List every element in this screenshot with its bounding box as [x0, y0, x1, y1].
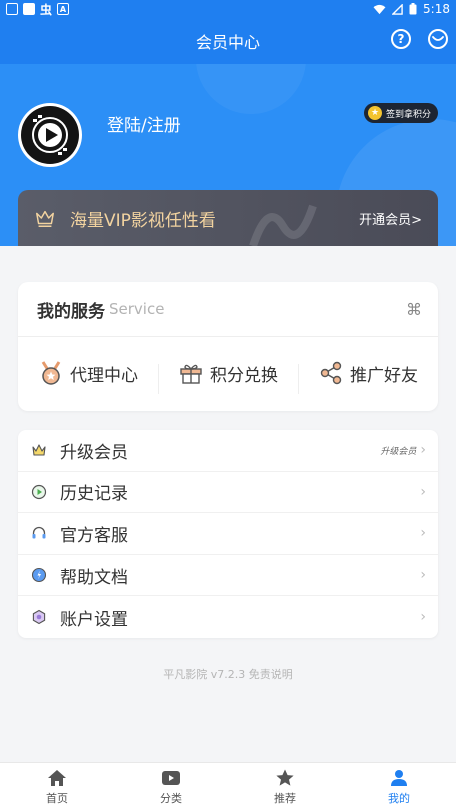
decor-swirl — [249, 204, 317, 246]
a-icon: A — [57, 3, 70, 15]
star-icon — [276, 769, 294, 786]
page-title: 会员中心 — [195, 33, 260, 52]
tab-label: 推荐 — [274, 792, 296, 805]
video-icon — [162, 771, 180, 785]
notification-icon — [23, 3, 35, 15]
crown-icon — [30, 441, 48, 459]
menu-help-docs[interactable]: 帮助文档 › — [18, 555, 438, 597]
avatar[interactable] — [18, 103, 82, 167]
menu-customer-service[interactable]: 官方客服 › — [18, 513, 438, 555]
bottom-nav: 首页 分类 推荐 我的 — [0, 762, 456, 812]
command-icon[interactable]: ⌘ — [406, 300, 422, 319]
service-invite-friends[interactable]: 推广好友 — [298, 360, 438, 394]
menu-upgrade-vip[interactable]: 升级会员 升级会员 › — [18, 430, 438, 472]
chat-icon[interactable] — [428, 29, 448, 49]
vip-slogan: 海量VIP影视任性看 — [70, 210, 216, 231]
status-bar: 虫 A 5:18 — [0, 0, 456, 18]
profile-hero: 登陆/注册 ★ 签到拿积分 海量VIP影视任性看 开通会员> — [0, 64, 456, 246]
chevron-right-icon: › — [420, 442, 426, 459]
service-points-exchange[interactable]: 积分兑换 — [158, 360, 298, 394]
play-circle-icon — [30, 483, 48, 501]
service-label: 积分兑换 — [210, 365, 278, 386]
app-header: 会员中心 ? — [0, 18, 456, 64]
vip-banner[interactable]: 海量VIP影视任性看 开通会员> — [18, 190, 438, 246]
service-label: 代理中心 — [70, 365, 138, 386]
menu-label: 帮助文档 — [60, 567, 128, 588]
service-subtitle: Service — [109, 300, 165, 318]
home-icon — [48, 770, 66, 786]
question-icon[interactable]: ? — [391, 29, 411, 49]
battery-icon — [409, 3, 417, 15]
menu-label: 账户设置 — [60, 609, 128, 630]
chevron-right-icon: › — [420, 483, 426, 500]
crown-icon — [36, 210, 54, 227]
medal-icon — [41, 361, 61, 385]
tab-mine[interactable]: 我的 — [342, 763, 456, 812]
menu-label: 升级会员 — [60, 442, 128, 463]
service-title: 我的服务 — [37, 301, 105, 322]
settings-icon — [30, 608, 48, 626]
wifi-icon — [373, 4, 386, 14]
tab-label: 我的 — [388, 792, 410, 805]
settings-menu: 升级会员 升级会员 › 历史记录 › 官方客服 › 帮助文档 › 账户设置 › — [18, 430, 438, 638]
headset-icon — [30, 524, 48, 542]
notification-icon — [6, 3, 18, 15]
service-label: 推广好友 — [350, 365, 418, 386]
menu-label: 官方客服 — [60, 525, 128, 546]
tab-label: 首页 — [46, 792, 68, 805]
user-icon — [391, 770, 407, 786]
open-vip-link[interactable]: 开通会员> — [359, 209, 422, 228]
service-agent-center[interactable]: 代理中心 — [18, 360, 158, 386]
menu-history[interactable]: 历史记录 › — [18, 472, 438, 514]
menu-account-settings[interactable]: 账户设置 › — [18, 596, 438, 638]
film-play-icon — [32, 115, 68, 155]
upgrade-hint: 升级会员 — [380, 446, 417, 457]
help-doc-icon — [30, 566, 48, 584]
star-icon: ★ — [367, 106, 382, 120]
chevron-right-icon: › — [420, 609, 426, 626]
checkin-button[interactable]: ★ 签到拿积分 — [363, 103, 438, 123]
chevron-right-icon: › — [420, 525, 426, 542]
login-register-link[interactable]: 登陆/注册 — [107, 111, 181, 136]
tab-label: 分类 — [160, 792, 182, 805]
my-services-card: 我的服务 Service ⌘ 代理中心 积分兑换 推广好友 — [18, 282, 438, 411]
version-disclaimer[interactable]: 平凡影院 v7.2.3 免责说明 — [0, 666, 456, 682]
tab-recommend[interactable]: 推荐 — [228, 763, 342, 812]
clock: 5:18 — [423, 2, 450, 16]
tab-home[interactable]: 首页 — [0, 763, 114, 812]
signal-icon — [392, 3, 403, 15]
tab-category[interactable]: 分类 — [114, 763, 228, 812]
checkin-label: 签到拿积分 — [385, 109, 431, 120]
share-icon — [320, 361, 342, 385]
gift-icon — [180, 364, 202, 384]
chevron-right-icon: › — [420, 567, 426, 584]
bug-icon: 虫 — [40, 2, 53, 17]
menu-label: 历史记录 — [60, 484, 128, 505]
